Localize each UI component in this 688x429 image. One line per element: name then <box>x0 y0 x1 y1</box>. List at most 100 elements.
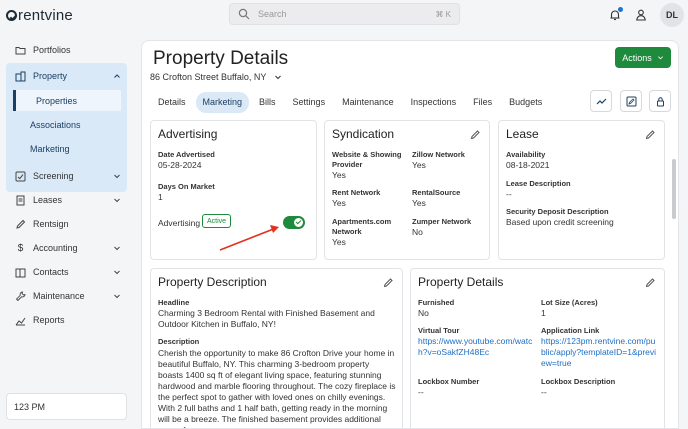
sidebar-item-rentsign[interactable]: Rentsign <box>6 213 127 235</box>
search-placeholder: Search <box>258 9 287 19</box>
actions-label: Actions <box>622 52 652 63</box>
sidebar-item-label: Rentsign <box>33 219 69 229</box>
card-title: Syndication <box>332 127 395 141</box>
field-label: Security Deposit Description <box>506 207 609 216</box>
sidebar-item-property[interactable]: Property <box>6 65 127 87</box>
furnished-value: No <box>418 308 429 318</box>
actions-button[interactable]: Actions <box>615 47 671 68</box>
field-label: Furnished <box>418 298 455 307</box>
days-on-market-value: 1 <box>158 192 163 202</box>
availability-value: 08-18-2021 <box>506 160 550 170</box>
field-value: No <box>412 227 423 237</box>
screening-icon <box>15 171 26 181</box>
pencil-icon[interactable] <box>470 129 481 140</box>
virtual-tour-link[interactable]: https://www.youtube.com/watch?v=oSakfZH4… <box>418 336 540 358</box>
scrollbar-thumb[interactable] <box>672 159 676 219</box>
sidebar-item-label: Property <box>33 71 68 81</box>
advertising-toggle[interactable] <box>283 216 305 229</box>
avatar[interactable]: DL <box>660 3 684 27</box>
field-label: Virtual Tour <box>418 326 460 335</box>
field-label: Availability <box>506 150 546 159</box>
field-value: Yes <box>332 237 346 247</box>
rentvine-logo[interactable]: rentvine <box>6 7 73 24</box>
sidebar-item-portfolios[interactable]: Portfolios <box>6 39 127 61</box>
pen-icon <box>16 219 26 229</box>
tab-settings[interactable]: Settings <box>286 92 333 113</box>
card-title: Property Description <box>158 275 267 289</box>
clock-display: 123 PM <box>6 393 127 420</box>
sidebar-item-label: Reports <box>33 315 65 325</box>
advertising-row-label: Advertising <box>158 218 201 228</box>
sidebar-item-label: Maintenance <box>33 291 85 301</box>
date-advertised-value: 05-28-2024 <box>158 160 202 170</box>
tab-maintenance[interactable]: Maintenance <box>335 92 401 113</box>
status-badge: Active <box>202 214 232 228</box>
sidebar-subitem-label: Associations <box>30 119 81 130</box>
pencil-icon[interactable] <box>383 277 394 288</box>
sidebar-item-label: Contacts <box>33 267 69 277</box>
sidebar-item-maintenance[interactable]: Maintenance <box>6 285 127 307</box>
sidebar-subitem-properties[interactable]: Properties <box>13 90 121 111</box>
field-label: Zumper Network <box>412 217 472 226</box>
sidebar-subitem-label: Properties <box>36 95 78 106</box>
logo-mark-icon <box>6 10 17 21</box>
lease-description-value: -- <box>506 189 512 199</box>
pencil-icon[interactable] <box>645 129 656 140</box>
chevron-down-icon <box>114 198 120 203</box>
search-input[interactable]: Search ⌘ K <box>229 3 460 25</box>
wrench-icon <box>15 291 26 301</box>
search-shortcut: ⌘ K <box>435 9 451 19</box>
building-icon <box>15 71 26 81</box>
tab-files[interactable]: Files <box>466 92 499 113</box>
card-title: Advertising <box>158 127 218 141</box>
sidebar-item-accounting[interactable]: $ Accounting <box>6 237 127 259</box>
tab-bar: Details Marketing Bills Settings Mainten… <box>151 91 552 113</box>
analytics-button[interactable] <box>590 90 612 112</box>
lock-icon <box>656 96 664 106</box>
syndication-card: Syndication Website & Showing Provider Y… <box>324 120 490 260</box>
description-value: Cherish the opportunity to make 86 Croft… <box>158 348 396 428</box>
sidebar-item-label: Portfolios <box>33 45 71 55</box>
tab-marketing[interactable]: Marketing <box>195 91 250 113</box>
field-label: Headline <box>158 298 190 307</box>
field-label: RentalSource <box>412 188 461 197</box>
search-icon <box>238 8 250 20</box>
notifications-button[interactable] <box>608 7 623 22</box>
edit-page-button[interactable] <box>620 90 642 112</box>
sidebar-item-leases[interactable]: Leases <box>6 189 127 211</box>
address-text: 86 Crofton Street Buffalo, NY <box>150 72 267 82</box>
field-label: Rent Network <box>332 188 381 197</box>
check-icon <box>294 218 303 227</box>
profile-menu-button[interactable] <box>634 8 648 22</box>
pencil-icon[interactable] <box>645 277 656 288</box>
sidebar-item-contacts[interactable]: Contacts <box>6 261 127 283</box>
field-value: Yes <box>412 160 426 170</box>
top-bar: rentvine Search ⌘ K DL <box>0 0 688 30</box>
card-title: Lease <box>506 127 539 141</box>
sidebar-subitem-associations[interactable]: Associations <box>18 114 121 135</box>
chevron-up-icon <box>114 74 120 78</box>
tab-inspections[interactable]: Inspections <box>404 92 464 113</box>
chevron-down-icon <box>114 174 120 179</box>
field-label: Apartments.com Network <box>332 217 392 236</box>
headline-value: Charming 3 Bedroom Rental with Finished … <box>158 308 375 329</box>
field-value: Yes <box>332 198 346 208</box>
lot-size-value: 1 <box>541 308 546 318</box>
chevron-down-icon <box>114 294 120 299</box>
chevron-down-icon <box>114 246 120 251</box>
sidebar-item-screening[interactable]: Screening <box>6 165 127 187</box>
chevron-down-icon <box>114 270 120 275</box>
folder-icon <box>15 46 26 54</box>
card-title: Property Details <box>418 275 504 289</box>
field-label: Lockbox Number <box>418 377 480 386</box>
tab-bills[interactable]: Bills <box>252 92 283 113</box>
address-selector[interactable]: 86 Crofton Street Buffalo, NY <box>150 72 282 82</box>
tab-details[interactable]: Details <box>151 92 193 113</box>
lease-card: Lease Availability 08-18-2021 Lease Desc… <box>498 120 665 260</box>
sidebar-subitem-marketing[interactable]: Marketing <box>18 138 121 159</box>
chevron-down-icon <box>275 75 282 80</box>
application-link[interactable]: https://123pm.rentvine.com/public/apply?… <box>541 336 658 369</box>
lock-button[interactable] <box>649 90 671 112</box>
sidebar-item-reports[interactable]: Reports <box>6 309 127 331</box>
tab-budgets[interactable]: Budgets <box>502 92 549 113</box>
